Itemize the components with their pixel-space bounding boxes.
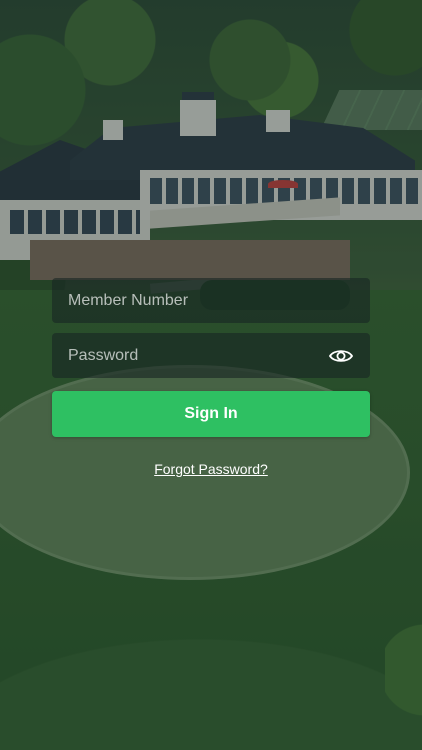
login-form: Sign In Forgot Password?: [0, 0, 422, 750]
login-screen: Sign In Forgot Password?: [0, 0, 422, 750]
eye-icon[interactable]: [328, 343, 354, 369]
forgot-password-link[interactable]: Forgot Password?: [0, 461, 422, 477]
password-input[interactable]: [68, 346, 328, 365]
sign-in-button[interactable]: Sign In: [52, 391, 370, 437]
member-number-input[interactable]: [68, 291, 354, 310]
member-number-field[interactable]: [52, 278, 370, 323]
password-field[interactable]: [52, 333, 370, 378]
